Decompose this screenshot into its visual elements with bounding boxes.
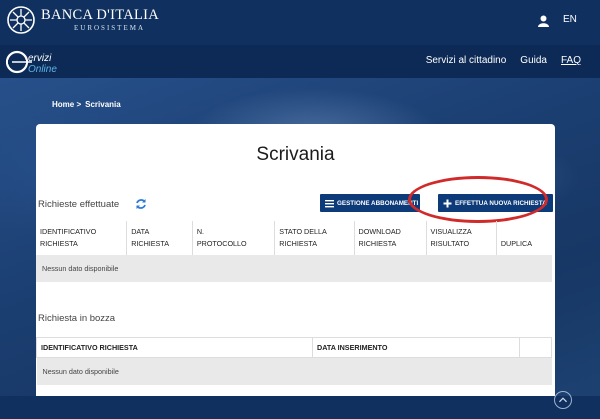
bank-seal-icon[interactable] bbox=[6, 5, 36, 35]
col-identificativo-richiesta[interactable]: IDENTIFICATIVO RICHIESTA bbox=[36, 337, 313, 358]
table-header-row: IDENTIFICATIVO RICHIESTA DATA RICHIESTA N.… bbox=[36, 221, 552, 255]
col-identificativo[interactable]: IDENTIFICATIVO RICHIESTA bbox=[36, 221, 128, 255]
bank-subtitle: EUROSISTEMA bbox=[74, 24, 146, 32]
requests-table: IDENTIFICATIVO RICHIESTA DATA RICHIESTA N.… bbox=[36, 221, 552, 282]
desk-card: Scrivania Richieste effettuate GESTIONE … bbox=[36, 124, 555, 396]
table-header-row: IDENTIFICATIVO RICHIESTA DATA INSERIMENT… bbox=[36, 337, 552, 358]
servizi-online-logo[interactable]: ervizi Online bbox=[6, 49, 66, 75]
language-switch[interactable]: EN bbox=[563, 14, 577, 25]
breadcrumb-current: Scrivania bbox=[85, 100, 121, 109]
col-data-richiesta[interactable]: DATA RICHIESTA bbox=[126, 221, 193, 255]
col-actions bbox=[519, 337, 552, 358]
svg-text:ervizi: ervizi bbox=[28, 53, 52, 64]
services-navbar: ervizi Online Servizi al cittadino Guida… bbox=[0, 45, 600, 78]
col-duplica[interactable]: DUPLICA bbox=[496, 221, 552, 255]
drafts-section-label: Richiesta in bozza bbox=[38, 313, 116, 324]
user-icon[interactable] bbox=[538, 15, 549, 27]
refresh-icon[interactable] bbox=[135, 198, 147, 210]
breadcrumb: Home > Scrivania bbox=[52, 100, 121, 109]
scroll-top-icon[interactable] bbox=[554, 391, 572, 409]
table-row: Nessun dato disponibile bbox=[36, 357, 552, 385]
highlight-annotation bbox=[408, 176, 548, 223]
requests-section-label: Richieste effettuate bbox=[38, 199, 120, 210]
list-icon bbox=[325, 199, 334, 207]
footer-bar bbox=[0, 396, 600, 419]
drafts-table: IDENTIFICATIVO RICHIESTA DATA INSERIMENT… bbox=[36, 337, 552, 385]
col-protocollo[interactable]: N. PROTOCOLLO bbox=[192, 221, 276, 255]
col-download[interactable]: DOWNLOAD RICHIESTA bbox=[354, 221, 427, 255]
col-data-inserimento[interactable]: DATA INSERIMENTO bbox=[312, 337, 520, 358]
bank-name[interactable]: BANCA D'ITALIA bbox=[41, 7, 159, 24]
nav-servizi-cittadino[interactable]: Servizi al cittadino bbox=[426, 55, 507, 66]
nav-faq[interactable]: FAQ bbox=[561, 55, 581, 66]
col-visualizza[interactable]: VISUALIZZA RISULTATO bbox=[426, 221, 497, 255]
nav-guida[interactable]: Guida bbox=[520, 55, 547, 66]
col-stato[interactable]: STATO DELLA RICHIESTA bbox=[274, 221, 355, 255]
gestione-abbonamenti-button[interactable]: GESTIONE ABBONAMENTI bbox=[320, 194, 420, 212]
nav-links: Servizi al cittadino Guida FAQ bbox=[426, 55, 581, 66]
empty-message: Nessun dato disponibile bbox=[36, 357, 552, 385]
empty-message: Nessun dato disponibile bbox=[36, 255, 552, 282]
table-row: Nessun dato disponibile bbox=[36, 255, 552, 282]
breadcrumb-home[interactable]: Home > bbox=[52, 100, 81, 109]
svg-text:Online: Online bbox=[28, 64, 57, 75]
bank-header: BANCA D'ITALIA EUROSISTEMA EN bbox=[0, 0, 600, 45]
page-title: Scrivania bbox=[256, 144, 335, 165]
gestione-abbonamenti-label: GESTIONE ABBONAMENTI bbox=[337, 199, 419, 207]
